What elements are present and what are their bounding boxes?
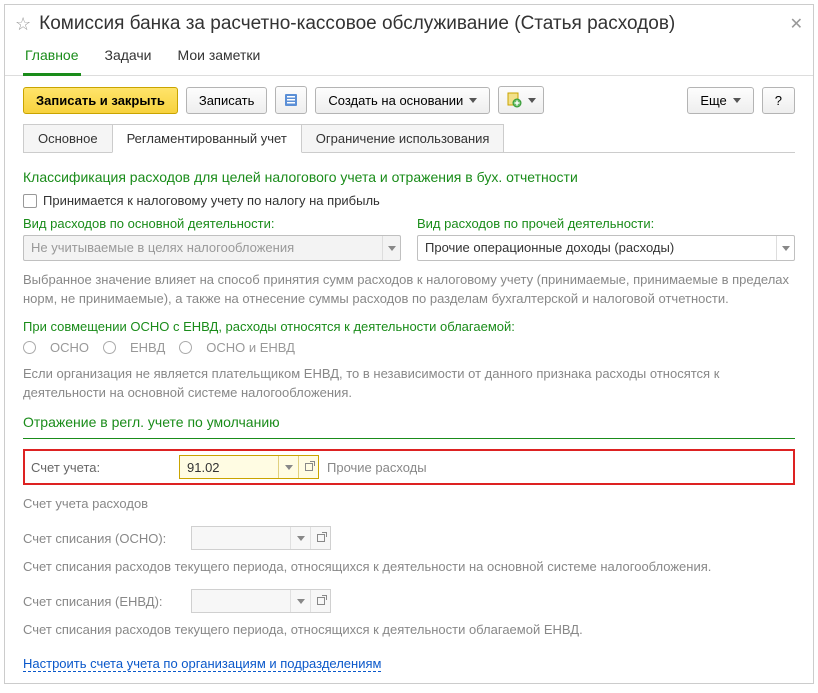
main-expense-type-input[interactable]: Не учитываемые в целях налогообложения xyxy=(23,235,401,261)
toolbar: Записать и закрыть Записать Создать на о… xyxy=(5,76,813,124)
favorite-star-icon[interactable]: ☆ xyxy=(15,14,31,35)
account-expense-label: Счет учета расходов xyxy=(23,495,795,514)
dropdown-button[interactable] xyxy=(382,236,400,260)
dropdown-button[interactable] xyxy=(290,590,310,612)
radio-both[interactable] xyxy=(179,341,192,354)
open-button[interactable] xyxy=(310,590,330,612)
create-from-button[interactable]: Создать на основании xyxy=(315,87,490,114)
account-row-highlight: Счет учета: 91.02 Прочие расходы xyxy=(23,449,795,485)
open-button[interactable] xyxy=(310,527,330,549)
sub-tabs: Основное Регламентированный учет Огранич… xyxy=(23,124,795,153)
writeoff-envd-label: Счет списания (ЕНВД): xyxy=(23,594,183,609)
list-icon-button[interactable] xyxy=(275,86,307,114)
more-button[interactable]: Еще xyxy=(687,87,753,114)
dropdown-button[interactable] xyxy=(278,456,298,478)
radio-osno[interactable] xyxy=(23,341,36,354)
report-icon-button[interactable] xyxy=(498,86,544,114)
dropdown-button[interactable] xyxy=(290,527,310,549)
writeoff-osno-input[interactable] xyxy=(191,526,331,550)
radio-envd[interactable] xyxy=(103,341,116,354)
save-close-button[interactable]: Записать и закрыть xyxy=(23,87,178,114)
close-icon[interactable]: ✕ xyxy=(790,14,803,34)
caret-down-icon xyxy=(528,98,536,103)
writeoff-osno-desc: Счет списания расходов текущего периода,… xyxy=(23,558,795,577)
classification-description: Выбранное значение влияет на способ прин… xyxy=(23,271,795,309)
subtab-regl[interactable]: Регламентированный учет xyxy=(112,124,302,153)
other-expense-type-input[interactable]: Прочие операционные доходы (расходы) xyxy=(417,235,795,261)
tax-checkbox-label: Принимается к налоговому учету по налогу… xyxy=(43,193,380,208)
writeoff-osno-label: Счет списания (ОСНО): xyxy=(23,531,183,546)
nav-tab-main[interactable]: Главное xyxy=(23,41,81,76)
regl-title: Отражение в регл. учете по умолчанию xyxy=(23,414,795,430)
window-title: Комиссия банка за расчетно-кассовое обсл… xyxy=(39,13,781,35)
caret-down-icon xyxy=(469,98,477,103)
other-expense-type-label: Вид расходов по прочей деятельности: xyxy=(417,216,795,231)
subtab-basic[interactable]: Основное xyxy=(23,124,113,152)
report-icon xyxy=(506,92,522,108)
combining-label: При совмещении ОСНО с ЕНВД, расходы отно… xyxy=(23,319,795,334)
account-input[interactable]: 91.02 xyxy=(179,455,319,479)
nav-tab-notes[interactable]: Мои заметки xyxy=(176,41,263,75)
writeoff-envd-input[interactable] xyxy=(191,589,331,613)
dropdown-button[interactable] xyxy=(776,236,794,260)
subtab-limit[interactable]: Ограничение использования xyxy=(301,124,505,152)
caret-down-icon xyxy=(733,98,741,103)
tax-checkbox[interactable] xyxy=(23,194,37,208)
nav-tab-tasks[interactable]: Задачи xyxy=(103,41,154,75)
open-button[interactable] xyxy=(298,456,318,478)
account-description: Прочие расходы xyxy=(327,460,427,475)
writeoff-envd-desc: Счет списания расходов текущего периода,… xyxy=(23,621,795,640)
help-button[interactable]: ? xyxy=(762,87,795,114)
main-expense-type-label: Вид расходов по основной деятельности: xyxy=(23,216,401,231)
account-label: Счет учета: xyxy=(31,460,171,475)
combining-description: Если организация не является плательщико… xyxy=(23,365,795,403)
nav-tabs: Главное Задачи Мои заметки xyxy=(5,41,813,76)
save-button[interactable]: Записать xyxy=(186,87,268,114)
list-icon xyxy=(283,92,299,108)
classification-title: Классификация расходов для целей налогов… xyxy=(23,169,795,185)
configure-accounts-link[interactable]: Настроить счета учета по организациям и … xyxy=(23,656,381,672)
